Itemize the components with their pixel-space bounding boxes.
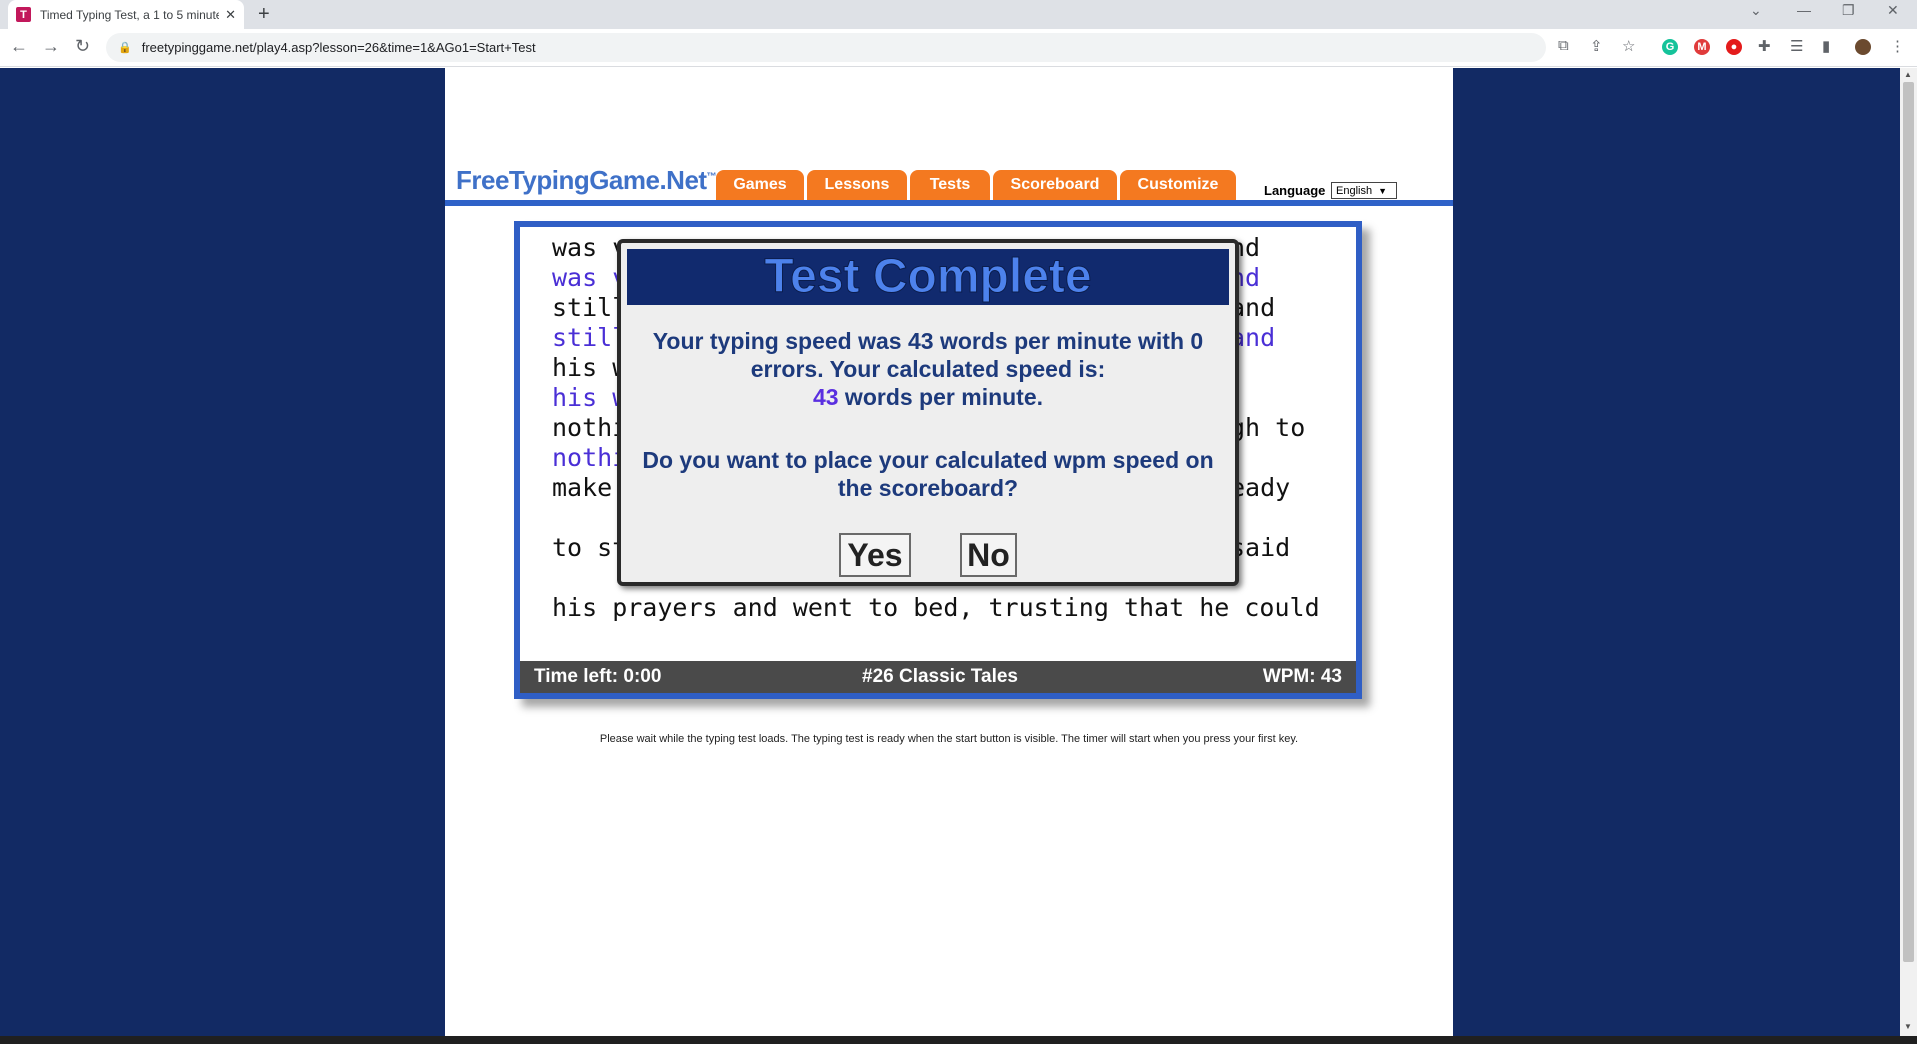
translate-icon[interactable]: ⧉ (1558, 37, 1569, 54)
tab-strip: T Timed Typing Test, a 1 to 5 minute ✕ +… (0, 0, 1917, 29)
lock-icon[interactable]: 🔒 (118, 41, 132, 54)
page-scrollbar[interactable]: ▲ ▼ (1900, 68, 1917, 1036)
text-line-tail: said (1230, 533, 1291, 562)
text-line: nothi (552, 413, 628, 442)
language-select[interactable]: English ▼ (1331, 182, 1397, 199)
scoreboard-question: Do you want to place your calculated wpm… (625, 446, 1231, 502)
loading-note: Please wait while the typing test loads.… (599, 733, 1299, 745)
logo-trademark: ™ (706, 171, 717, 183)
scroll-thumb[interactable] (1903, 82, 1914, 962)
typed-line: still (552, 323, 628, 352)
speed-suffix: words per minute. (838, 384, 1044, 410)
text-line-tail: eady (1230, 473, 1291, 502)
result-line-1: Your typing speed was 43 words per minut… (652, 328, 1204, 354)
nav-tab-scoreboard[interactable]: Scoreboard (993, 170, 1117, 200)
result-line-2: errors. Your calculated speed is: (750, 356, 1106, 382)
new-tab-icon[interactable]: + (258, 3, 270, 26)
site-logo[interactable]: FreeTypingGame.Net™ (456, 165, 717, 196)
logo-text: FreeTypingGame.Net (456, 165, 707, 195)
text-line: his w (552, 353, 628, 382)
profile-avatar[interactable] (1855, 39, 1871, 55)
extensions-puzzle-icon[interactable]: ✚ (1758, 37, 1771, 55)
forward-icon[interactable]: → (42, 36, 60, 57)
side-panel-icon[interactable]: ▮ (1822, 37, 1830, 55)
extension-red-icon[interactable]: ● (1726, 39, 1742, 55)
site-favicon-icon: T (16, 7, 31, 22)
reload-icon[interactable]: ↻ (75, 36, 90, 57)
browser-toolbar: ← → ↻ 🔒 freetypinggame.net/play4.asp?les… (0, 29, 1917, 67)
bookmark-star-icon[interactable]: ☆ (1622, 37, 1635, 55)
typed-line: nothi (552, 443, 628, 472)
language-value: English (1336, 184, 1373, 197)
close-tab-icon[interactable]: ✕ (225, 7, 236, 23)
dialog-result-text: Your typing speed was 43 words per minut… (625, 327, 1231, 411)
dialog-title: Test Complete (627, 249, 1229, 305)
no-button[interactable]: No (960, 533, 1017, 577)
nav-tab-customize[interactable]: Customize (1120, 170, 1236, 200)
nav-tab-games[interactable]: Games (716, 170, 804, 200)
scroll-down-icon[interactable]: ▼ (1904, 1022, 1912, 1031)
question-line-1: Do you want to place your calculated wpm… (642, 447, 1214, 473)
language-label: Language (1264, 183, 1326, 198)
calculated-speed: 43 words per minute. (625, 383, 1231, 411)
browser-tab[interactable]: T Timed Typing Test, a 1 to 5 minute ✕ (8, 0, 244, 29)
extension-m-icon[interactable]: M (1694, 39, 1710, 55)
grammarly-extension-icon[interactable]: G (1662, 39, 1678, 55)
back-icon[interactable]: ← (10, 36, 28, 57)
address-bar[interactable]: 🔒 freetypinggame.net/play4.asp?lesson=26… (106, 33, 1546, 62)
reading-list-icon[interactable]: ☰ (1790, 37, 1803, 55)
text-line: his prayers and went to bed, trusting th… (552, 593, 1320, 622)
share-icon[interactable]: ⇪ (1590, 37, 1603, 55)
restore-icon[interactable]: ❐ (1842, 2, 1855, 19)
yes-button[interactable]: Yes (839, 533, 911, 577)
speed-value: 43 (812, 384, 839, 410)
url-text: freetypinggame.net/play4.asp?lesson=26&t… (141, 40, 536, 55)
typed-line: his w (552, 383, 628, 412)
menu-kebab-icon[interactable]: ⋮ (1890, 37, 1905, 55)
page-content: FreeTypingGame.Net™ Games Lessons Tests … (445, 68, 1453, 1036)
nav-tab-lessons[interactable]: Lessons (807, 170, 907, 200)
text-line: to st (552, 533, 628, 562)
typed-line: was v (552, 263, 628, 292)
test-complete-dialog: Test Complete Your typing speed was 43 w… (617, 239, 1239, 586)
wpm-readout: WPM: 43 (1262, 666, 1342, 687)
text-line: make (552, 473, 628, 502)
text-line: was v (552, 233, 628, 262)
nav-tab-tests[interactable]: Tests (910, 170, 990, 200)
chevron-down-icon: ▼ (1378, 185, 1387, 196)
close-window-icon[interactable]: ✕ (1887, 2, 1899, 19)
taskbar (0, 1036, 1917, 1044)
scroll-up-icon[interactable]: ▲ (1904, 70, 1912, 79)
status-bar: Time left: 0:00 #26 Classic Tales WPM: 4… (520, 661, 1356, 693)
text-line-tail: gh to (1230, 413, 1306, 442)
lesson-title: #26 Classic Tales (862, 666, 1018, 687)
text-line: still (552, 293, 628, 322)
minimize-icon[interactable]: — (1797, 2, 1811, 18)
header-rule (445, 200, 1453, 206)
tab-title: Timed Typing Test, a 1 to 5 minute (39, 7, 220, 22)
time-left: Time left: 0:00 (534, 666, 662, 687)
question-line-2: the scoreboard? (837, 475, 1019, 501)
tab-search-icon[interactable]: ⌄ (1750, 2, 1762, 19)
